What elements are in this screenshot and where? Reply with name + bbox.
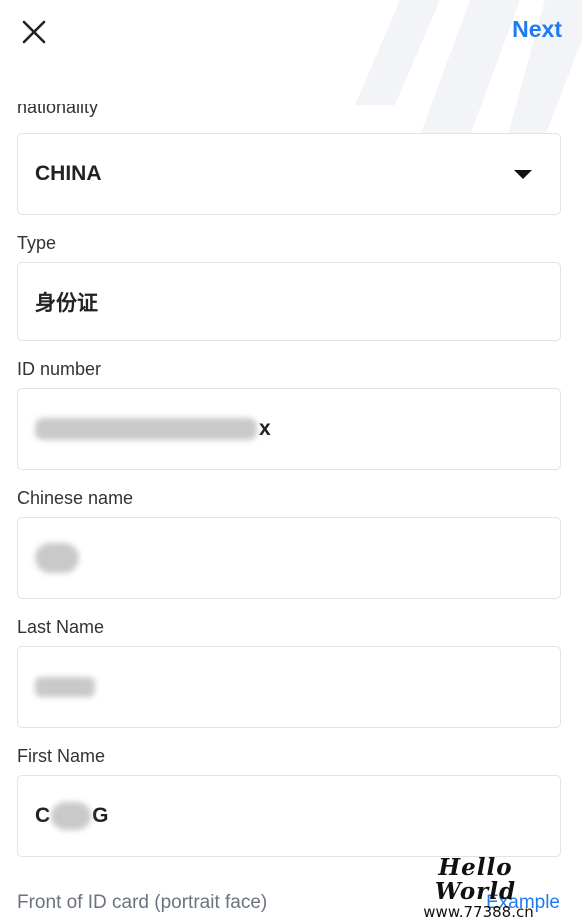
next-button[interactable]: Next bbox=[512, 16, 562, 43]
type-value: 身份证 bbox=[35, 291, 98, 315]
nationality-select[interactable]: CHINA bbox=[17, 133, 561, 215]
nationality-label: nationality bbox=[17, 104, 99, 117]
example-link[interactable]: Example bbox=[486, 892, 560, 914]
redacted-value bbox=[35, 418, 257, 440]
close-button[interactable] bbox=[14, 12, 54, 52]
type-label: Type bbox=[17, 233, 57, 253]
first-name-value-end: G bbox=[92, 804, 109, 827]
redacted-value bbox=[35, 677, 95, 697]
id-number-value-end: x bbox=[259, 417, 271, 440]
nationality-value: CHINA bbox=[35, 162, 102, 185]
last-name-label: Last Name bbox=[17, 617, 105, 637]
first-name-label: First Name bbox=[17, 746, 106, 766]
id-number-label: ID number bbox=[17, 359, 102, 379]
redacted-value bbox=[51, 802, 92, 830]
id-card-front-label: Front of ID card (portrait face) bbox=[17, 892, 268, 913]
type-field[interactable]: 身份证 bbox=[17, 262, 561, 341]
first-name-value-start: C bbox=[35, 804, 51, 827]
chinese-name-field[interactable] bbox=[17, 517, 561, 599]
first-name-field[interactable]: C G bbox=[17, 775, 561, 857]
caret-down-icon bbox=[514, 169, 532, 179]
id-number-field[interactable]: x bbox=[17, 388, 561, 470]
redacted-value bbox=[35, 543, 79, 573]
top-bar: Next bbox=[0, 0, 582, 62]
close-icon bbox=[22, 20, 46, 44]
last-name-field[interactable] bbox=[17, 646, 561, 728]
chinese-name-label: Chinese name bbox=[17, 488, 134, 508]
